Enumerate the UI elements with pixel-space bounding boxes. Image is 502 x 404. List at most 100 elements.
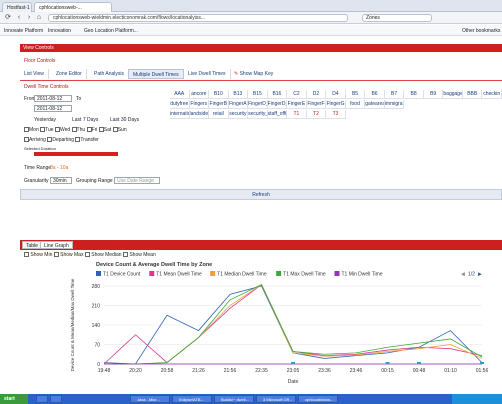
taskbar-item-7[interactable]: cphlocationsw... [298, 395, 338, 403]
zone-cell[interactable]: Fingers [189, 100, 210, 109]
browser-tab-2[interactable]: cphlocationsweb-... [34, 2, 112, 12]
bookmark-2[interactable]: Innovation [48, 28, 71, 34]
zone-cell[interactable]: FingerE [287, 100, 307, 109]
zone-cell[interactable]: T1 [287, 110, 307, 119]
last-7-days-link[interactable]: Last 7 Days [72, 117, 98, 123]
x-tick-label: 19:48 [98, 368, 111, 374]
show-mean-checkbox[interactable] [122, 252, 128, 258]
zone-cell[interactable]: FingerD_2 [267, 100, 288, 109]
bookmark-other[interactable]: Other bookmarks [462, 28, 500, 34]
taskbar-item-4[interactable]: Eclipse/ATB... [172, 395, 212, 403]
tab-table[interactable]: Table [22, 241, 42, 249]
zone-cell[interactable]: landside [189, 110, 210, 119]
zone-cell[interactable]: checkin [482, 90, 502, 99]
tab-line-graph[interactable]: Line Graph [40, 241, 73, 249]
legend-swatch [149, 271, 155, 276]
zone-cell[interactable]: dutyfree [170, 100, 190, 109]
taskbar-item-2[interactable] [50, 395, 62, 403]
tab-path-analysis[interactable]: Path Analysis [90, 69, 130, 79]
zone-cell[interactable]: D2 [306, 90, 327, 99]
legend-label: T1 Max Dwell Time [283, 272, 326, 278]
taskbar-item-3[interactable]: Java - Micr... [130, 395, 170, 403]
zone-cell[interactable]: security_can [248, 110, 268, 119]
zone-cell[interactable]: FingerB [209, 100, 229, 109]
floor-controls-toggle[interactable]: Floor Controls [24, 58, 55, 64]
bookmark-1[interactable]: Innovate Platform [4, 28, 43, 34]
zone-cell[interactable]: retail [209, 110, 229, 119]
duration-slider[interactable] [34, 152, 118, 156]
taskbar-item-1[interactable] [36, 395, 48, 403]
zone-cell[interactable]: baggage [443, 90, 463, 99]
day-label: Thu [76, 127, 86, 133]
zone-cell[interactable]: AAA [170, 90, 190, 99]
x-tick-label: 22:35 [255, 368, 268, 374]
legend-next-icon: ▶ [478, 272, 482, 278]
x-tick-label: 01:56 [476, 368, 489, 374]
x-tick-label: 01:10 [444, 368, 457, 374]
browser-tab-1[interactable]: Hostfast-1 [2, 2, 32, 12]
zone-cell[interactable]: immigration [384, 100, 405, 109]
zone-cell[interactable]: B16 [267, 90, 288, 99]
show-max-checkbox[interactable] [53, 252, 59, 258]
back-icon[interactable]: ‹ [15, 14, 23, 22]
zone-cell[interactable]: security [228, 110, 249, 119]
grouping-select[interactable]: Use Date Range [114, 177, 160, 184]
x-tick-label: 21:56 [224, 368, 237, 374]
zone-cell[interactable]: FingerF [306, 100, 327, 109]
zone-cell[interactable]: food [345, 100, 366, 109]
tab-list-view[interactable]: List View [20, 69, 49, 79]
x-axis-label: Date [288, 379, 299, 385]
day-label: Wed [59, 127, 71, 133]
last-30-days-link[interactable]: Last 30 Days [110, 117, 139, 123]
show-map-key-link[interactable]: ✎ Show Map Key [234, 71, 273, 77]
refresh-button[interactable]: Refresh [20, 189, 502, 200]
url-input[interactable]: cphlocationsweb-wieldmin.electiconomrak.… [48, 14, 348, 22]
home-icon[interactable]: ⌂ [35, 14, 43, 22]
show-min-checkbox[interactable] [24, 252, 29, 258]
from-date-input[interactable]: 2011-08-12 [34, 95, 72, 102]
y-tick-label: 70 [94, 342, 100, 348]
zone-cell[interactable]: international [170, 110, 190, 119]
yesterday-link[interactable]: Yesterday [34, 117, 56, 123]
zone-cell[interactable]: BBB [462, 90, 483, 99]
show-median-checkbox[interactable] [84, 252, 90, 258]
dwell-time-controls-toggle[interactable]: Dwell Time Controls [24, 84, 68, 90]
zone-cell[interactable]: B7 [384, 90, 405, 99]
y-tick-label: 0 [97, 362, 100, 368]
start-button[interactable]: start [0, 394, 28, 404]
tab-live-dwell-times[interactable]: Live Dwell Times [184, 69, 231, 79]
to-date-input[interactable]: 2011-08-12 [34, 105, 72, 112]
granularity-select[interactable]: 30min [50, 177, 72, 184]
taskbar-item-5[interactable]: Builds/~ dwell... [214, 395, 254, 403]
zone-cell[interactable]: B13 [228, 90, 249, 99]
reload-icon[interactable]: ⟳ [4, 14, 12, 22]
zone-cell[interactable]: D4 [326, 90, 346, 99]
zone-cell[interactable]: staff_office [267, 110, 288, 119]
tab-multiple-dwell-times[interactable]: Multiple Dwell Times [128, 69, 184, 79]
forward-icon[interactable]: › [25, 14, 33, 22]
zone-cell[interactable]: B9 [423, 90, 444, 99]
time-range-label: Time Range [24, 165, 52, 171]
baseline-marker [385, 362, 390, 364]
zone-cell[interactable]: B10 [209, 90, 229, 99]
zone-cell[interactable]: T2 [306, 110, 327, 119]
zone-cell[interactable]: FingerG [326, 100, 346, 109]
zone-cell[interactable]: T3 [326, 110, 346, 119]
zone-cell[interactable]: ancore [189, 90, 210, 99]
legend-swatch [210, 271, 216, 276]
tab-zone-editor[interactable]: Zone Editor [52, 69, 87, 79]
zone-cell[interactable]: FingerA [228, 100, 249, 109]
zone-cell[interactable]: gatearea [365, 100, 385, 109]
zone-cell[interactable]: FingerD_1 [248, 100, 268, 109]
zone-cell[interactable]: C2 [287, 90, 307, 99]
search-input[interactable]: Zones [362, 14, 432, 22]
bookmark-3[interactable]: Geo Location Platform... [84, 28, 138, 34]
zone-cell[interactable]: B6 [365, 90, 385, 99]
zone-cell[interactable]: B5 [345, 90, 366, 99]
x-tick-label: 23:05 [287, 368, 300, 374]
legend-page-indicator: 1/2 [468, 272, 475, 278]
x-tick-label: 21:26 [192, 368, 205, 374]
zone-cell[interactable]: B8 [404, 90, 424, 99]
zone-cell[interactable]: B15 [248, 90, 268, 99]
taskbar-item-6[interactable]: 3 Microsoft Off... [256, 395, 296, 403]
